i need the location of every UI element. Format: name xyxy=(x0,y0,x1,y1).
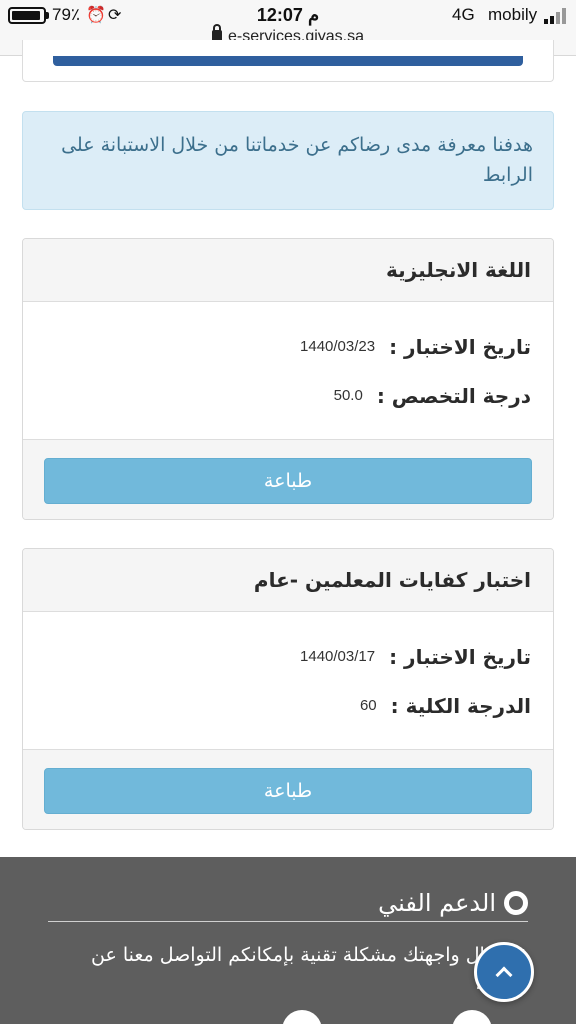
test-date-value: 1440/03/23 xyxy=(300,338,376,355)
card-title: اللغة الانجليزية xyxy=(23,239,553,302)
score-value: 50.0 xyxy=(333,387,363,404)
card-body: تاريخ الاختبار : 1440/03/23 درجة التخصص … xyxy=(23,302,553,440)
support-text: في حال واجهتك مشكلة تقنية بإمكانكم التوا… xyxy=(91,944,528,994)
card-footer: طباعة xyxy=(23,440,553,519)
total-score-value: 60 xyxy=(359,697,377,714)
survey-alert-text: هدفنا معرفة مدى رضاكم عن خدماتنا من خلال… xyxy=(61,134,533,186)
card-title: اختبار كفايات المعلمين -عام xyxy=(23,549,553,612)
previous-card xyxy=(22,40,554,82)
score-row: درجة التخصص : 50.0 xyxy=(45,371,531,420)
support-footer: الدعم الفني في حال واجهتك مشكلة تقنية بإ… xyxy=(0,857,576,1024)
scroll-to-top-button[interactable] xyxy=(474,942,534,1002)
signal-icon xyxy=(544,8,568,24)
result-card-teachers: اختبار كفايات المعلمين -عام تاريخ الاختب… xyxy=(22,548,554,830)
card-body: تاريخ الاختبار : 1440/03/17 الدرجة الكلي… xyxy=(23,612,553,750)
test-date-row: تاريخ الاختبار : 1440/03/23 xyxy=(45,322,531,371)
support-title-text: الدعم الفني xyxy=(378,889,496,917)
previous-card-button[interactable] xyxy=(53,56,523,66)
test-date-value: 1440/03/17 xyxy=(300,648,376,665)
support-title: الدعم الفني xyxy=(378,889,528,917)
carrier-name: mobily xyxy=(488,5,538,24)
score-label: درجة التخصص : xyxy=(376,383,531,408)
print-button[interactable]: طباعة xyxy=(44,768,532,814)
total-score-label: الدرجة الكلية : xyxy=(390,693,531,718)
lifebuoy-icon xyxy=(504,891,528,915)
card-footer: طباعة xyxy=(23,750,553,829)
result-card-english: اللغة الانجليزية تاريخ الاختبار : 1440/0… xyxy=(22,238,554,520)
survey-alert[interactable]: هدفنا معرفة مدى رضاكم عن خدماتنا من خلال… xyxy=(22,111,554,210)
test-date-row: تاريخ الاختبار : 1440/03/17 xyxy=(45,632,531,681)
test-date-label: تاريخ الاختبار : xyxy=(389,644,531,669)
chevron-up-icon xyxy=(495,966,513,984)
network-type: 4G xyxy=(452,5,475,24)
total-score-row: الدرجة الكلية : 60 xyxy=(45,681,531,730)
support-divider xyxy=(48,921,528,922)
test-date-label: تاريخ الاختبار : xyxy=(389,334,531,359)
print-button[interactable]: طباعة xyxy=(44,458,532,504)
